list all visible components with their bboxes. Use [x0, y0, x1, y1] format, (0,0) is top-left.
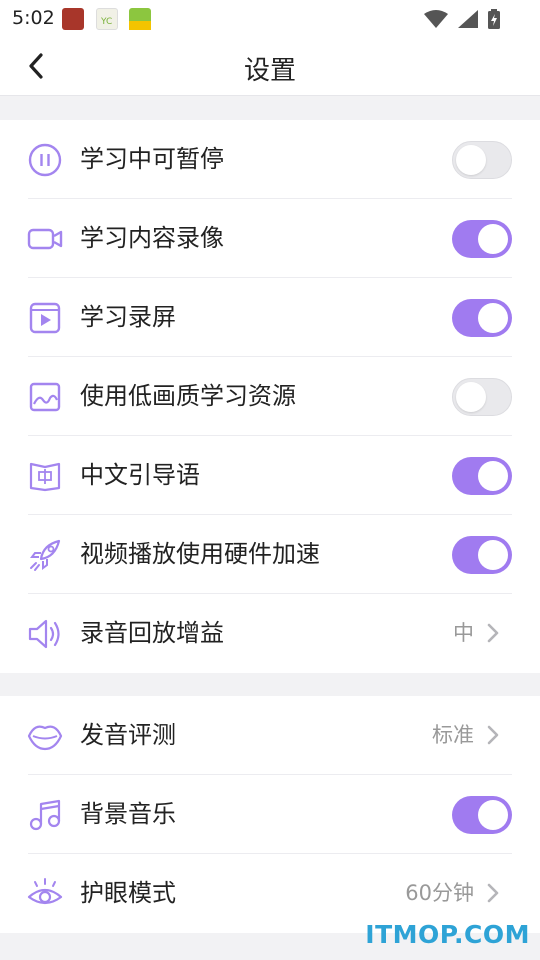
setting-label: 学习内容录像 — [80, 224, 224, 252]
setting-value: 60分钟 — [405, 881, 474, 905]
chinese-guide-toggle[interactable] — [452, 457, 512, 495]
status-time: 5:02 — [12, 7, 55, 29]
app-icon-2: YC — [96, 8, 118, 30]
chevron-right-icon — [487, 883, 499, 903]
setting-row-pronunciation[interactable]: 发音评测 标准 — [0, 696, 540, 775]
settings-group-1: 学习中可暂停 学习内容录像 学习录屏 使用低画质学习资源 中文引导语 视频播放使… — [0, 120, 540, 673]
toggle-knob — [478, 540, 508, 570]
setting-label: 使用低画质学习资源 — [80, 382, 296, 410]
setting-label: 视频播放使用硬件加速 — [80, 540, 320, 568]
app-icon-1 — [62, 8, 84, 30]
nav-bar: 设置 — [0, 36, 540, 96]
cell-signal-icon — [458, 10, 478, 28]
setting-row-video-record: 学习内容录像 — [0, 199, 540, 278]
setting-label: 录音回放增益 — [80, 619, 224, 647]
chevron-right-icon — [487, 725, 499, 745]
setting-value: 标准 — [432, 723, 474, 747]
setting-label: 学习录屏 — [80, 303, 176, 331]
image-icon — [27, 379, 63, 415]
settings-group-2: 发音评测 标准 背景音乐 护眼模式 60分钟 — [0, 696, 540, 933]
pause-circle-icon — [27, 142, 63, 178]
speaker-icon — [27, 616, 63, 652]
toggle-knob — [478, 461, 508, 491]
wifi-icon — [424, 10, 448, 28]
toggle-knob — [456, 382, 486, 412]
setting-row-bg-music: 背景音乐 — [0, 775, 540, 854]
low-quality-toggle[interactable] — [452, 378, 512, 416]
toggle-knob — [478, 224, 508, 254]
setting-value: 中 — [453, 621, 474, 645]
status-bar: 5:02 YC — [0, 0, 540, 36]
lips-icon — [27, 718, 63, 754]
svg-text:YC: YC — [100, 17, 112, 27]
chevron-right-icon — [487, 623, 499, 643]
video-record-toggle[interactable] — [452, 220, 512, 258]
book-chinese-icon — [27, 458, 63, 494]
setting-row-chinese-guide: 中文引导语 — [0, 436, 540, 515]
toggle-knob — [478, 800, 508, 830]
setting-label: 中文引导语 — [80, 461, 200, 489]
app-icon-3 — [129, 8, 151, 30]
setting-row-playback-gain[interactable]: 录音回放增益 中 — [0, 594, 540, 673]
setting-label: 背景音乐 — [80, 800, 176, 828]
setting-row-low-quality: 使用低画质学习资源 — [0, 357, 540, 436]
battery-icon — [488, 9, 500, 29]
bg-music-toggle[interactable] — [452, 796, 512, 834]
watermark: ITMOP.COM — [365, 920, 530, 949]
setting-label: 发音评测 — [80, 721, 176, 749]
music-note-icon — [27, 797, 63, 833]
pause-toggle[interactable] — [452, 141, 512, 179]
page-title: 设置 — [243, 56, 296, 86]
setting-row-pause: 学习中可暂停 — [0, 120, 540, 199]
toggle-knob — [478, 303, 508, 333]
eye-icon — [27, 876, 63, 912]
status-indicators — [424, 9, 500, 29]
toggle-knob — [456, 145, 486, 175]
setting-label: 护眼模式 — [80, 879, 176, 907]
rocket-icon — [27, 537, 63, 573]
screen-record-icon — [27, 300, 63, 336]
setting-row-screen-record: 学习录屏 — [0, 278, 540, 357]
screen-record-toggle[interactable] — [452, 299, 512, 337]
setting-label: 学习中可暂停 — [80, 145, 224, 173]
setting-row-hw-accel: 视频播放使用硬件加速 — [0, 515, 540, 594]
video-camera-icon — [27, 221, 63, 257]
hw-accel-toggle[interactable] — [452, 536, 512, 574]
